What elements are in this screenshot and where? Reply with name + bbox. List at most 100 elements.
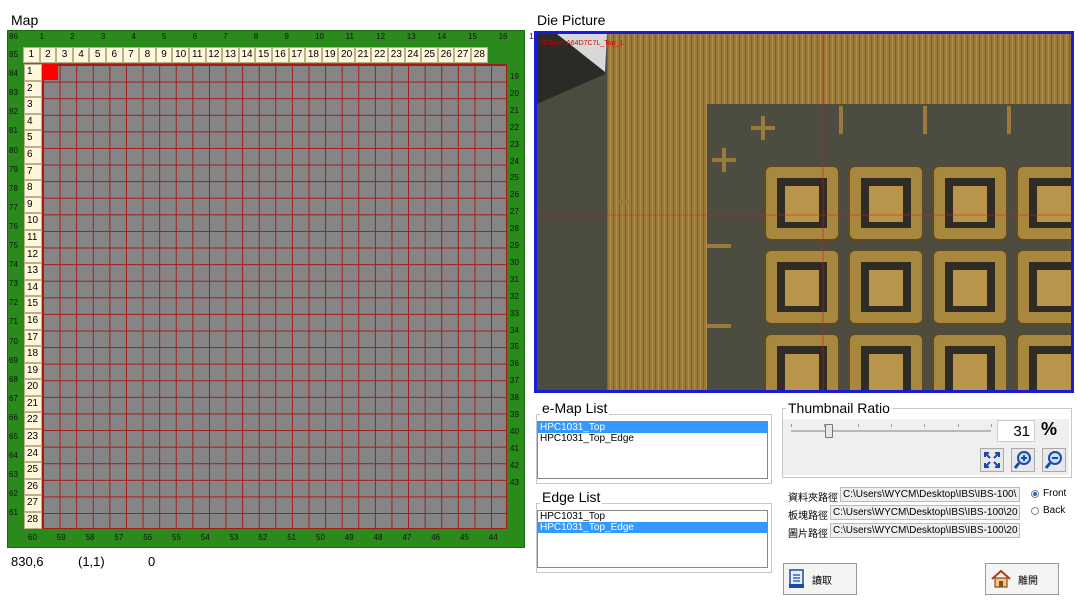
map-row-label: 24 [24, 445, 42, 463]
edge-listbox[interactable]: HPC1031_Top HPC1031_Top_Edge [537, 510, 768, 568]
map-edge-tick: 1 [39, 32, 45, 41]
zoom-in-button[interactable] [1011, 448, 1035, 472]
die-pad [848, 333, 924, 390]
emap-listbox[interactable]: HPC1031_Top HPC1031_Top_Edge [537, 421, 768, 479]
die-picture-view[interactable]: lOSize: A64D7C7L_Top_1 [534, 31, 1074, 393]
board-path-label: 板塊路徑 [788, 511, 828, 522]
map-col-label: 27 [454, 47, 472, 63]
map-edge-tick: 27 [510, 207, 519, 217]
map-row-label: 25 [24, 462, 42, 479]
map-edge-tick: 24 [510, 156, 519, 166]
ratio-slider-handle[interactable] [825, 424, 833, 438]
map-col-label: 13 [222, 47, 239, 63]
ratio-slider-track[interactable] [791, 430, 991, 432]
map-edge-tick: 25 [510, 173, 519, 183]
fit-button[interactable] [980, 448, 1004, 472]
ratio-value[interactable]: 31 [997, 420, 1035, 442]
edge-list-item[interactable]: HPC1031_Top [538, 511, 767, 522]
map-edge-tick: 70 [9, 336, 18, 346]
back-radio[interactable] [1031, 507, 1039, 515]
image-path-field[interactable]: C:\Users\WYCM\Desktop\IBS\IBS-100\20 [830, 523, 1020, 538]
map-col-label: 9 [155, 47, 173, 63]
map-col-label: 10 [172, 47, 189, 63]
map-edge-tick: 8 [253, 32, 259, 41]
map-row-label: 8 [24, 180, 42, 197]
map-col-label: 19 [321, 47, 339, 63]
die-pad [848, 249, 924, 325]
map-row-label: 28 [24, 512, 42, 529]
exit-button[interactable]: 離開 [985, 563, 1059, 595]
map-edge-tick: 82 [9, 107, 18, 117]
map-col-label: 14 [238, 47, 256, 63]
front-radio-label: Front [1043, 488, 1067, 499]
map-title: Map [11, 12, 39, 28]
map-edge-tick: 6 [192, 32, 198, 41]
map-edge-tick: 83 [9, 88, 18, 98]
map-row-label: 23 [24, 429, 42, 446]
map-col-label: 7 [122, 47, 140, 63]
map-row-label: 6 [24, 146, 42, 164]
map-edge-tick: 21 [510, 105, 519, 115]
map-col-label: 21 [354, 47, 372, 63]
map-edge-tick: 77 [9, 202, 18, 212]
map-edge-tick: 30 [510, 257, 519, 267]
slider-tick [857, 424, 859, 427]
map-edge-tick: 7 [223, 32, 228, 41]
map-row-label: 21 [24, 395, 42, 413]
map-col-label: 6 [105, 47, 123, 63]
map-row-label: 14 [24, 279, 42, 297]
map-col-label: 25 [421, 47, 438, 63]
edge-list-item[interactable]: HPC1031_Top_Edge [538, 522, 767, 533]
emap-list-item[interactable]: HPC1031_Top_Edge [538, 433, 767, 444]
map-edge-tick: 84 [9, 69, 18, 79]
map-edge-tick: 52 [258, 533, 268, 542]
die-pad [1016, 165, 1071, 241]
zoom-out-icon [1044, 451, 1062, 469]
read-button[interactable]: 讀取 [783, 563, 857, 595]
map-edge-tick: 55 [172, 533, 181, 542]
board-path-field[interactable]: C:\Users\WYCM\Desktop\IBS\IBS-100\20 [830, 505, 1020, 520]
map-row-label: 13 [24, 263, 42, 280]
map-edge-tick: 41 [510, 443, 519, 453]
map-edge-tick: 36 [510, 359, 519, 369]
map-edge-tick: 62 [9, 489, 18, 499]
cursor-coords: 830,6 [11, 554, 44, 569]
image-path-label: 圖片路徑 [788, 529, 828, 540]
die-pad [764, 249, 840, 325]
die-grid[interactable] [42, 64, 507, 529]
map-edge-tick: 26 [510, 190, 519, 200]
map-edge-tick: 14 [437, 32, 447, 41]
map-row-label: 9 [24, 196, 42, 214]
map-edge-tick: 58 [85, 533, 95, 542]
map-edge-tick: 81 [9, 126, 18, 136]
folder-path-field[interactable]: C:\Users\WYCM\Desktop\IBS\IBS-100\ [840, 487, 1020, 502]
fit-icon [984, 452, 1000, 468]
die-picture-caption: lOSize: A64D7C7L_Top_1 [542, 40, 624, 47]
map-row-label: 10 [24, 213, 42, 230]
map-edge-tick: 31 [510, 274, 519, 284]
map-edge-tick: 68 [9, 374, 18, 384]
map-edge-tick: 66 [9, 412, 18, 422]
map-col-label: 23 [388, 47, 405, 63]
exit-button-label: 離開 [1018, 575, 1038, 587]
map-edge-tick: 71 [9, 317, 18, 327]
map-edge-tick: 74 [9, 260, 18, 270]
map-row-label: 4 [24, 113, 42, 131]
map-row-label: 12 [24, 246, 42, 264]
map-edge-tick: 64 [9, 451, 18, 461]
map-edge-tick: 3 [100, 32, 106, 41]
die-pad [1016, 249, 1071, 325]
emap-list-item[interactable]: HPC1031_Top [538, 422, 767, 433]
map-row-label: 2 [24, 80, 42, 98]
die-pad [932, 165, 1008, 241]
map-edge-tick: 72 [9, 298, 18, 308]
read-button-label: 讀取 [812, 575, 832, 587]
front-radio[interactable] [1031, 490, 1039, 498]
map-edge-tick: 43 [510, 477, 519, 487]
map-row-label: 17 [24, 329, 42, 347]
map-col-label: 24 [404, 47, 422, 63]
map-row-label: 1 [24, 64, 42, 81]
map-edge-tick: 79 [9, 164, 18, 174]
selected-die-cell[interactable] [42, 64, 58, 80]
zoom-out-button[interactable] [1042, 448, 1066, 472]
